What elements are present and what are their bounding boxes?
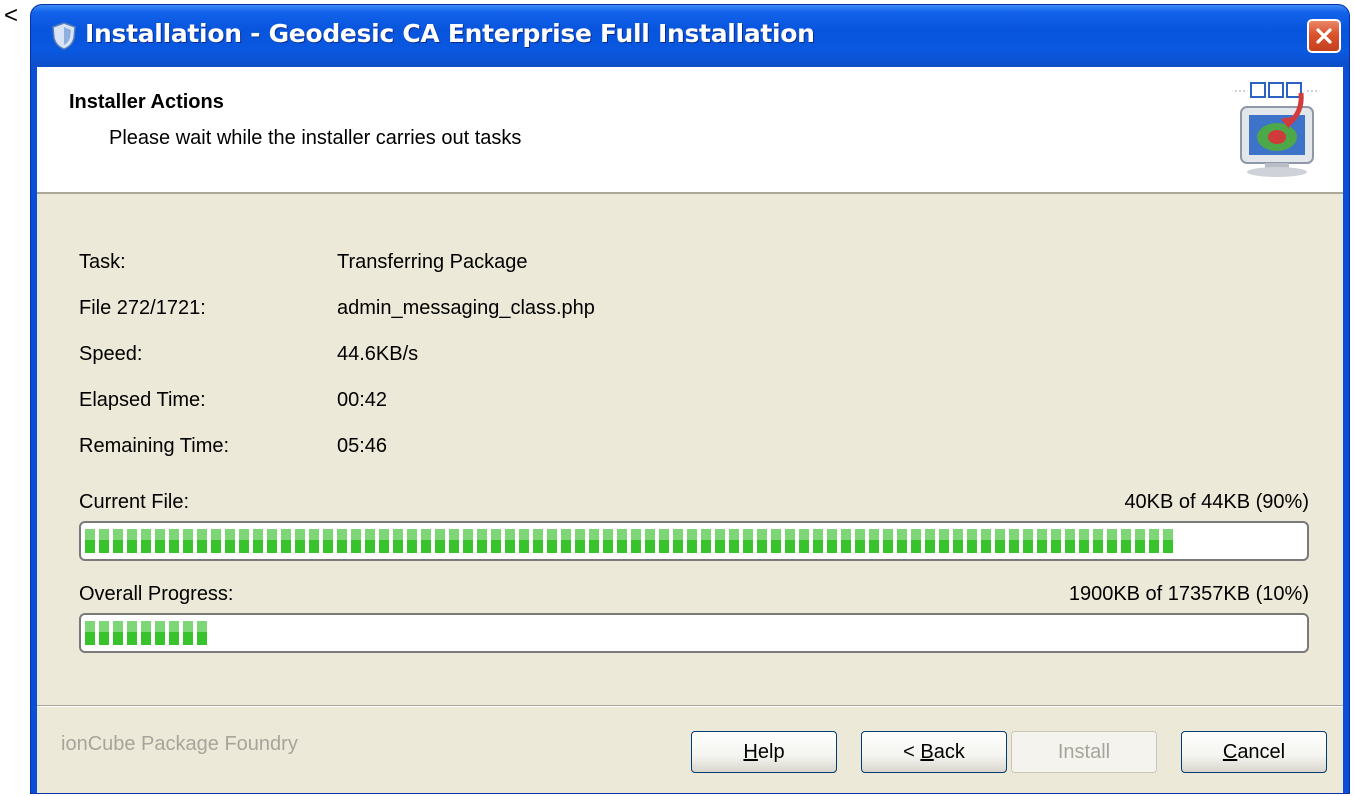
page-subtitle: Please wait while the installer carries …: [109, 127, 522, 149]
overall-progress-label: Overall Progress:: [79, 583, 234, 605]
field-label-speed: Speed:: [79, 343, 143, 365]
current-file-progress-fill: [85, 529, 1173, 553]
footer-divider: [37, 705, 1343, 707]
field-value-elapsed: 00:42: [337, 389, 388, 411]
install-button-label: Install: [1057, 740, 1111, 763]
title-bar[interactable]: Installation - Geodesic CA Enterprise Fu…: [31, 5, 1349, 67]
help-button-label: Help: [743, 740, 785, 763]
dialog-client-area: Installer Actions Please wait while the …: [37, 67, 1343, 793]
close-button[interactable]: [1307, 19, 1341, 53]
current-file-label: Current File:: [79, 491, 190, 513]
shield-app-icon: [52, 22, 76, 50]
back-button[interactable]: < Back: [861, 731, 1007, 773]
back-button-label: < Back: [903, 740, 965, 763]
current-file-progress-bar: [79, 521, 1309, 561]
install-computer-icon: [1235, 82, 1319, 177]
field-label-elapsed: Elapsed Time:: [79, 389, 206, 411]
install-button[interactable]: Install: [1011, 731, 1157, 773]
installer-window: Installation - Geodesic CA Enterprise Fu…: [30, 4, 1350, 794]
stray-character: <: [4, 2, 19, 29]
overall-progress-stat: 1900KB of 17357KB (10%): [1068, 583, 1309, 605]
field-label-task: Task:: [79, 251, 126, 273]
page-title: Installer Actions: [69, 91, 224, 113]
cancel-button[interactable]: Cancel: [1181, 731, 1327, 773]
window-title: Installation - Geodesic CA Enterprise Fu…: [85, 19, 815, 48]
field-value-speed: 44.6KB/s: [337, 343, 419, 365]
field-label-file: File 272/1721:: [79, 297, 206, 319]
field-label-remaining: Remaining Time:: [79, 435, 230, 457]
field-value-remaining: 05:46: [337, 435, 388, 457]
help-button[interactable]: Help: [691, 731, 837, 773]
overall-progress-fill: [85, 621, 207, 645]
brand-label: ionCube Package Foundry: [61, 733, 298, 755]
overall-progress-bar: [79, 613, 1309, 653]
cancel-button-label: Cancel: [1222, 740, 1286, 763]
field-value-file: admin_messaging_class.php: [337, 297, 595, 319]
wizard-header: Installer Actions Please wait while the …: [37, 67, 1343, 194]
close-icon: [1316, 28, 1332, 44]
field-value-task: Transferring Package: [337, 251, 528, 273]
current-file-stat: 40KB of 44KB (90%): [1124, 491, 1309, 513]
